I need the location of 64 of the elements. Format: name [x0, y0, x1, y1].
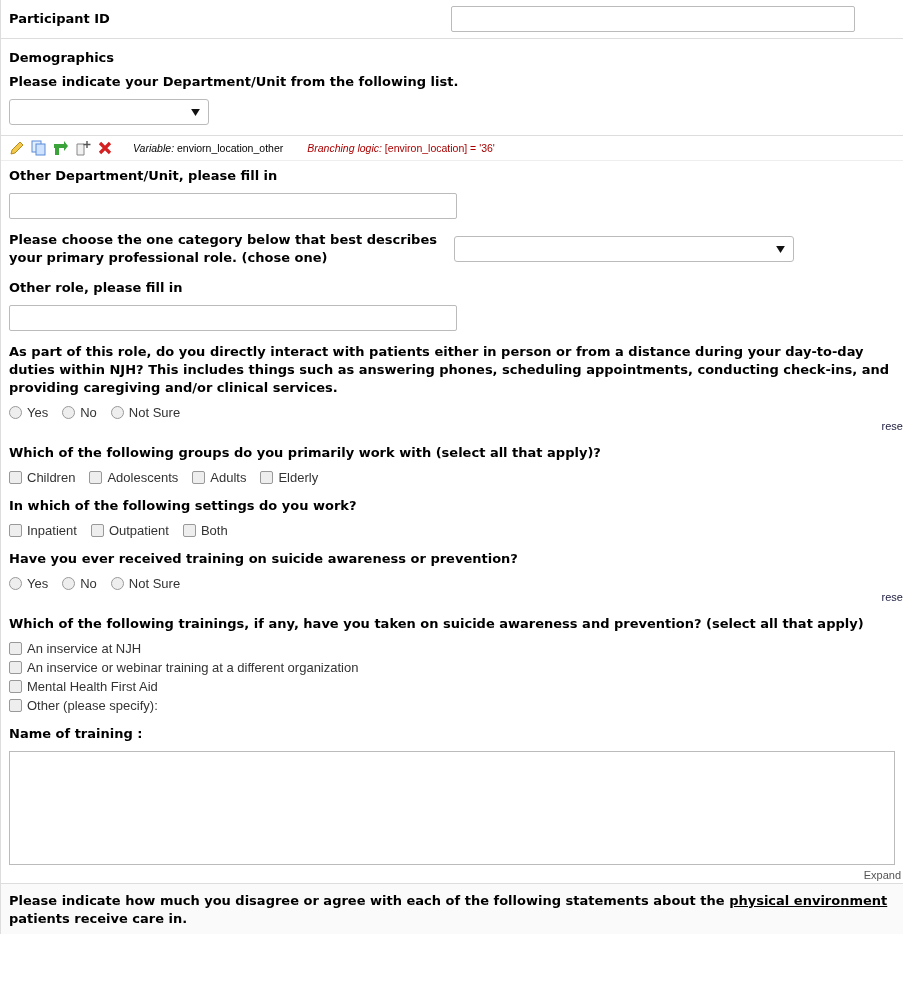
option-label: No — [80, 405, 97, 420]
field-label: Other Department/Unit, please fill in — [9, 167, 279, 185]
reset-link[interactable]: rese — [881, 420, 903, 432]
radio-button[interactable] — [62, 406, 76, 419]
dropdown[interactable] — [453, 236, 794, 262]
branching-logic: Branching logic: [environ_location] = '36' — [307, 142, 495, 154]
copy-icon[interactable] — [31, 140, 47, 156]
question-text: As part of this role, do you directly interact with patients either in person or from a distance during your day-to-day duties within NJH? This includes things such as answering phones, scheduling appointments, conducting check-ins, and providing caregiving and/or clinical services. — [9, 343, 891, 397]
option-label: No — [80, 576, 97, 591]
pencil-icon[interactable] — [9, 140, 25, 156]
option-label: Adults — [210, 470, 247, 485]
field-label: Other role, please fill in — [9, 279, 184, 297]
checkbox[interactable] — [89, 471, 103, 484]
radio-button[interactable] — [110, 406, 124, 419]
option-label: Both — [200, 523, 228, 538]
radio-button[interactable] — [62, 577, 76, 590]
checkbox[interactable] — [9, 524, 22, 537]
option-label: Yes — [27, 576, 49, 591]
checkbox[interactable] — [9, 680, 22, 693]
checkbox[interactable] — [90, 524, 104, 537]
checkbox[interactable] — [260, 471, 274, 484]
caret-icon — [776, 245, 785, 253]
field-label: Participant ID — [9, 10, 110, 28]
question-text: Which of the following groups do you primarily work with (select all that apply)? — [9, 444, 602, 462]
field-label: Please choose the one category below that best describes your primary professional role. (chose one) — [9, 231, 438, 267]
question-text: Which of the following trainings, if any, have you taken on suicide awareness and prevention? (select all that apply) — [9, 615, 865, 633]
input-field[interactable] — [9, 305, 457, 331]
instruction-text: Please indicate how much you disagree or agree with each of the following statements about the physical environment patients receive care in. — [9, 892, 889, 928]
option-label: Outpatient — [108, 523, 169, 538]
dropdown[interactable] — [9, 99, 209, 125]
section-header: Demographics — [9, 49, 116, 67]
option-label: Yes — [27, 405, 49, 420]
option-label: Other (please specify): — [27, 698, 158, 713]
variable-name: Variable: enviorn_location_other — [133, 142, 284, 154]
radio-button[interactable] — [9, 577, 22, 590]
input-field[interactable] — [9, 193, 457, 219]
arrow-icon[interactable] — [53, 140, 69, 156]
checkbox[interactable] — [9, 642, 22, 655]
delete-icon[interactable] — [97, 140, 113, 156]
field-label: Name of training : — [9, 725, 144, 743]
option-label: Adolescents — [107, 470, 179, 485]
checkbox[interactable] — [9, 661, 22, 674]
checkbox[interactable] — [182, 524, 196, 537]
checkbox[interactable] — [9, 699, 22, 712]
radio-button[interactable] — [110, 577, 124, 590]
option-label: Children — [27, 470, 76, 485]
checkbox[interactable] — [192, 471, 206, 484]
radio-button[interactable] — [9, 406, 22, 419]
option-label: Not Sure — [128, 576, 181, 591]
move-icon[interactable] — [75, 140, 91, 156]
option-label: Mental Health First Aid — [27, 679, 158, 694]
field-label: Please indicate your Department/Unit from the following list. — [9, 73, 460, 91]
question-text: In which of the following settings do you work? — [9, 497, 358, 515]
checkbox[interactable] — [9, 471, 22, 484]
reset-link[interactable]: rese — [881, 591, 903, 603]
option-label: Elderly — [278, 470, 319, 485]
option-label: An inservice at NJH — [27, 641, 142, 656]
caret-icon — [191, 108, 200, 116]
expand-link[interactable]: Expand — [863, 869, 903, 881]
option-label: Inpatient — [27, 523, 77, 538]
option-label: Not Sure — [128, 405, 181, 420]
question-text: Have you ever received training on suicide awareness or prevention? — [9, 550, 519, 568]
input-field[interactable] — [451, 6, 855, 32]
option-label: An inservice or webinar training at a different organization — [27, 660, 359, 675]
